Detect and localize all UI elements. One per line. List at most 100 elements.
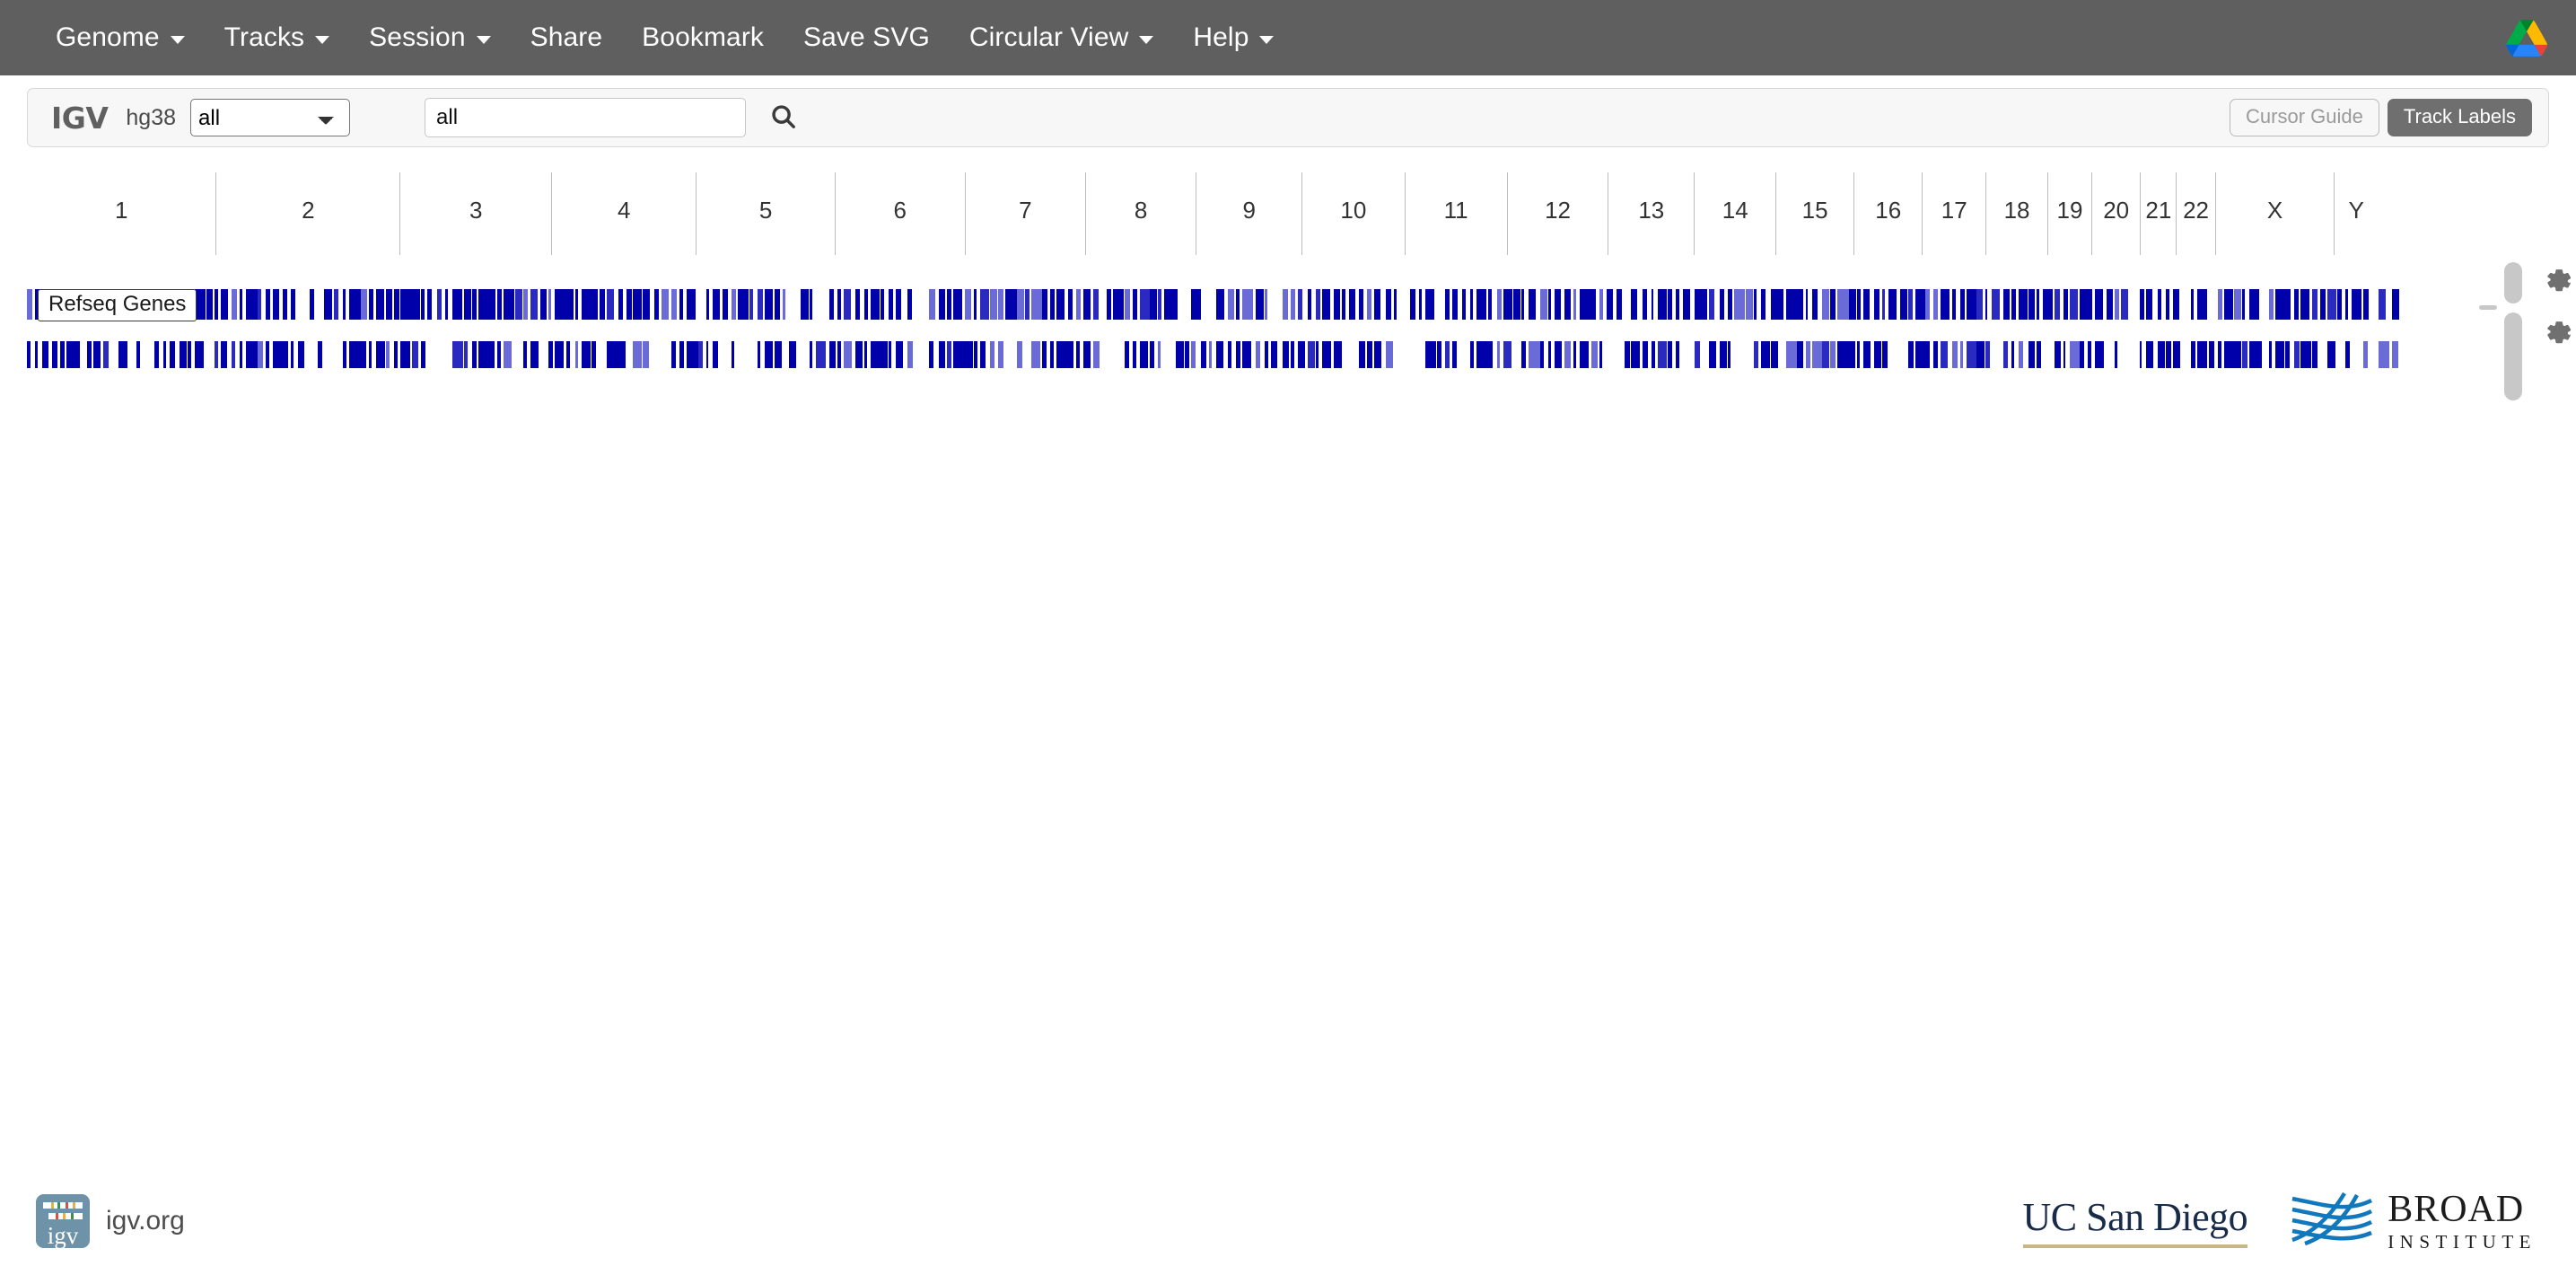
gene-feature [1985, 289, 1988, 320]
gene-feature [661, 289, 670, 320]
gene-feature [2285, 289, 2291, 320]
gear-icon[interactable] [2540, 264, 2574, 298]
gene-feature [881, 341, 889, 368]
chromosome-cell-12[interactable]: 12 [1506, 172, 1608, 255]
gene-feature [1410, 289, 1416, 320]
gene-feature [633, 289, 643, 320]
broad-institute-logo[interactable]: BROAD INSTITUTE [2291, 1191, 2537, 1252]
chromosome-cell-13[interactable]: 13 [1608, 172, 1694, 255]
chevron-down-icon [170, 35, 185, 44]
chromosome-cell-3[interactable]: 3 [399, 172, 551, 255]
chromosome-cell-22[interactable]: 22 [2176, 172, 2215, 255]
igv-home-link[interactable]: igv igv.org [36, 1194, 185, 1248]
gene-feature [2002, 289, 2010, 320]
gene-feature [1358, 341, 1365, 368]
chromosome-cell-17[interactable]: 17 [1922, 172, 1985, 255]
ucsd-logo[interactable]: UC San Diego [2022, 1194, 2248, 1248]
gene-feature [1068, 289, 1073, 320]
chromosome-select[interactable]: all12345678910111213141516171819202122XY [190, 99, 351, 136]
gene-feature [1158, 289, 1162, 320]
gene-feature [574, 341, 579, 368]
chromosome-cell-11[interactable]: 11 [1404, 172, 1507, 255]
nav-item-bookmark[interactable]: Bookmark [622, 13, 784, 62]
track-label-refseq-genes[interactable]: Refseq Genes [38, 289, 197, 321]
chromosome-cell-4[interactable]: 4 [551, 172, 696, 255]
google-drive-icon[interactable] [2506, 19, 2548, 57]
search-button[interactable] [766, 100, 802, 136]
chromosome-cell-9[interactable]: 9 [1196, 172, 1301, 255]
chromosome-cell-1[interactable]: 1 [27, 172, 215, 255]
gene-feature [1539, 289, 1548, 320]
chromosome-cell-2[interactable]: 2 [215, 172, 399, 255]
chromosome-cell-X[interactable]: X [2214, 172, 2334, 255]
gene-feature [1888, 289, 1897, 320]
gene-feature [2293, 289, 2300, 320]
gene-feature [221, 341, 228, 368]
vertical-scrollbar-lower[interactable] [2504, 312, 2522, 400]
gene-feature [369, 289, 373, 320]
chromosome-cell-21[interactable]: 21 [2140, 172, 2176, 255]
gene-feature [789, 341, 796, 368]
gene-feature [1668, 289, 1673, 320]
gene-feature [2043, 289, 2054, 320]
nav-menu: Genome Tracks Session Share Bookmark Save SVG… [36, 13, 1293, 62]
gene-feature [1191, 341, 1196, 368]
gene-feature [965, 341, 974, 368]
chromosome-cell-19[interactable]: 19 [2047, 172, 2091, 255]
refseq-genes-viewport[interactable] [27, 269, 2402, 368]
gene-feature [1848, 341, 1855, 368]
track-labels-toggle[interactable]: Track Labels [2387, 99, 2532, 136]
nav-item-tracks[interactable]: Tracks [205, 13, 350, 62]
chromosome-cell-6[interactable]: 6 [834, 172, 965, 255]
gene-feature [266, 341, 269, 368]
gene-feature [1770, 341, 1779, 368]
gene-feature [1599, 289, 1603, 320]
gene-feature [1976, 341, 1985, 368]
cursor-guide-toggle[interactable]: Cursor Guide [2230, 99, 2379, 136]
locus-input[interactable] [425, 98, 747, 137]
gene-feature [2036, 289, 2039, 320]
chromosome-cell-Y[interactable]: Y [2334, 172, 2378, 255]
gene-feature [566, 341, 571, 368]
gene-feature [348, 289, 361, 320]
nav-item-save-svg[interactable]: Save SVG [784, 13, 950, 62]
nav-item-circular-view[interactable]: Circular View [950, 13, 1173, 62]
track-panel: Refseq Genes [27, 262, 2572, 440]
gene-feature [2326, 289, 2337, 320]
gear-icon[interactable] [2540, 316, 2574, 350]
nav-item-genome[interactable]: Genome [36, 13, 205, 62]
igv-org-link-text: igv.org [106, 1206, 185, 1235]
chromosome-cell-7[interactable]: 7 [964, 172, 1085, 255]
vertical-scrollbar-upper[interactable] [2504, 262, 2522, 303]
nav-item-help[interactable]: Help [1173, 13, 1293, 62]
gene-feature [272, 341, 284, 368]
gene-feature [815, 341, 826, 368]
chromosome-cell-18[interactable]: 18 [1985, 172, 2047, 255]
gene-feature [2172, 289, 2179, 320]
chromosome-label: 4 [618, 196, 631, 224]
gene-feature [51, 341, 57, 368]
gene-feature [393, 341, 399, 368]
chromosome-cell-5[interactable]: 5 [696, 172, 834, 255]
chromosome-cell-20[interactable]: 20 [2090, 172, 2140, 255]
gene-feature [496, 289, 503, 320]
chromosome-cell-8[interactable]: 8 [1085, 172, 1196, 255]
gene-feature [291, 341, 294, 368]
chromosome-cell-14[interactable]: 14 [1694, 172, 1775, 255]
gene-feature [1631, 341, 1640, 368]
chromosome-cell-15[interactable]: 15 [1775, 172, 1853, 255]
gene-feature [1004, 289, 1018, 320]
gene-feature [1643, 341, 1648, 368]
nav-item-share[interactable]: Share [511, 13, 623, 62]
gene-feature [774, 289, 780, 320]
nav-item-session[interactable]: Session [349, 13, 510, 62]
chromosome-cell-16[interactable]: 16 [1853, 172, 1922, 255]
chromosome-label: 7 [1019, 196, 1032, 224]
gene-feature [801, 289, 809, 320]
gene-feature [1282, 341, 1290, 368]
gene-feature [1322, 289, 1330, 320]
gene-feature [1385, 341, 1393, 368]
gene-feature [1139, 341, 1148, 368]
gene-feature [1822, 289, 1830, 320]
chromosome-cell-10[interactable]: 10 [1301, 172, 1404, 255]
